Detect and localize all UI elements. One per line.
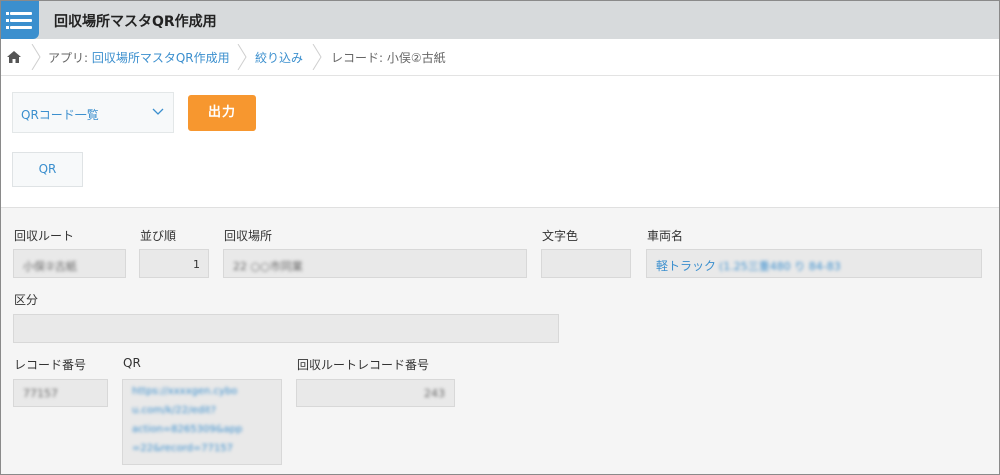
output-button[interactable]: 出力 xyxy=(188,95,256,131)
record-detail: 回収ルート 小俣②古紙 並び順 1 回収場所 22 ○○市同業 文字色 車両名 … xyxy=(1,207,999,474)
category-label: 区分 xyxy=(14,293,39,307)
qr-field: https://xxxxgen.cybo u.com/k/22/edit? ac… xyxy=(122,379,282,465)
text-color-label: 文字色 xyxy=(542,229,579,243)
app-header: 回収場所マスタQR作成用 xyxy=(1,1,999,39)
place-value: 22 ○○市同業 xyxy=(233,260,303,273)
record-no-label: レコード番号 xyxy=(14,358,87,372)
qr-url-line[interactable]: =22&record=77157 xyxy=(132,443,233,454)
order-field: 1 xyxy=(139,249,209,278)
vehicle-field: 軽トラック (1.25三重480 り 84-83 xyxy=(646,249,982,278)
breadcrumb-app: アプリ: 回収場所マスタQR作成用 xyxy=(48,49,230,66)
view-select-value: QRコード一覧 xyxy=(21,108,99,122)
vehicle-value-detail: (1.25三重480 り 84-83 xyxy=(719,260,841,273)
breadcrumb-app-prefix: アプリ: xyxy=(48,51,92,65)
vehicle-value-link[interactable]: 軽トラック xyxy=(656,257,716,274)
breadcrumb-filter-link[interactable]: 絞り込み xyxy=(255,49,303,66)
order-label: 並び順 xyxy=(140,229,177,243)
category-field xyxy=(13,314,559,343)
breadcrumb-separator-icon xyxy=(237,44,247,70)
place-label: 回収場所 xyxy=(224,229,273,243)
breadcrumb-record: レコード: 小俣②古紙 xyxy=(331,51,446,65)
qr-label: QR xyxy=(123,356,141,370)
route-value: 小俣②古紙 xyxy=(23,260,77,273)
record-no-field: 77157 xyxy=(13,379,108,407)
order-value: 1 xyxy=(193,258,200,271)
chevron-down-icon xyxy=(152,108,164,115)
route-record-no-label: 回収ルートレコード番号 xyxy=(297,358,430,372)
app-title: 回収場所マスタQR作成用 xyxy=(54,14,217,30)
record-no-value: 77157 xyxy=(23,387,58,400)
route-field: 小俣②古紙 xyxy=(13,249,126,278)
app-menu-icon[interactable] xyxy=(1,1,39,39)
vehicle-label: 車両名 xyxy=(647,229,684,243)
app-window: 回収場所マスタQR作成用 アプリ: 回収場所マスタQR作成用 絞り込み レコード… xyxy=(0,0,1000,475)
view-select[interactable]: QRコード一覧 xyxy=(12,92,174,133)
qr-url-line[interactable]: action=8265309&app xyxy=(132,424,242,435)
breadcrumb: アプリ: 回収場所マスタQR作成用 絞り込み レコード: 小俣②古紙 xyxy=(1,39,999,76)
qr-url-line[interactable]: u.com/k/22/edit? xyxy=(132,405,216,416)
qr-url-line[interactable]: https://xxxxgen.cybo xyxy=(132,386,237,397)
route-label: 回収ルート xyxy=(14,229,75,243)
home-icon[interactable] xyxy=(7,51,21,63)
text-color-field xyxy=(541,249,631,278)
breadcrumb-separator-icon xyxy=(31,44,41,70)
qr-button[interactable]: QR xyxy=(12,152,83,187)
breadcrumb-separator-icon xyxy=(312,44,322,70)
route-record-no-value: 243 xyxy=(424,387,445,400)
route-record-no-field: 243 xyxy=(296,379,455,407)
place-field: 22 ○○市同業 xyxy=(223,249,527,278)
breadcrumb-app-link[interactable]: 回収場所マスタQR作成用 xyxy=(92,51,230,65)
